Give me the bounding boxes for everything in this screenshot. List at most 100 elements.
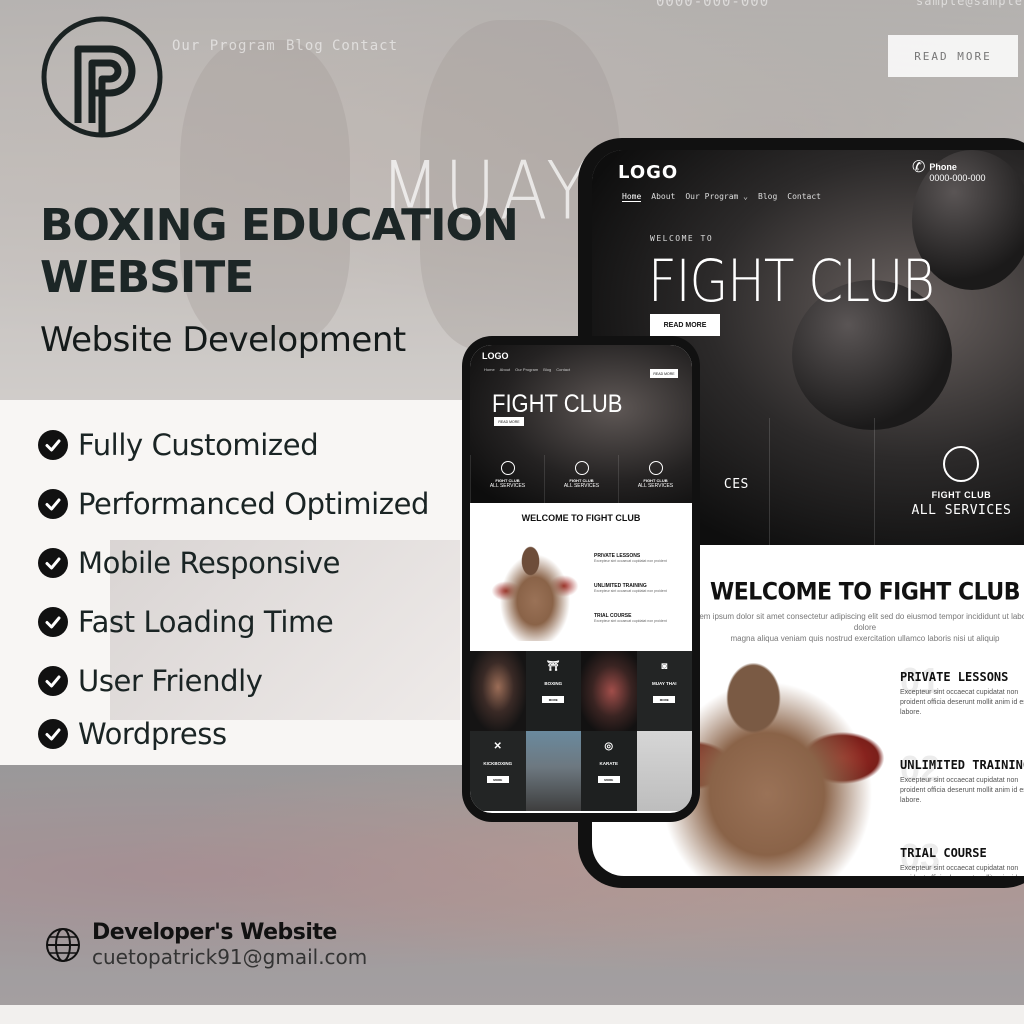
class-photo [470,651,526,731]
check-circle-icon [38,488,68,519]
check-circle-icon [38,429,68,460]
feature-item: Fast Loading Time [38,592,429,651]
program-desc: Excepteur sint occaecat cupidatat non pr… [900,689,1024,716]
hero-title: FIGHT CLUB [492,389,623,418]
hero-read-more-button[interactable]: READ MORE [650,314,720,336]
nav-home[interactable]: Home [622,192,642,202]
program-desc: Excepteur sint occaecat cupidatat non pr… [594,559,667,563]
fight-club-emblem-icon [943,446,980,482]
nav-contact[interactable]: Contact [556,367,570,372]
class-photo [581,651,637,731]
globe-icon [46,927,80,962]
tablet-phone: ✆ Phone 0000-000-000 [912,159,986,184]
programs-list: PRIVATE LESSONS Excepteur sint occaecat … [594,553,667,643]
class-card[interactable]: ⛩ BOXING MORE [525,651,581,731]
program-item[interactable]: TRIAL COURSE Excepteur sint occaecat cup… [594,613,667,643]
class-more-button[interactable]: MORE [653,696,676,703]
feature-label: Wordpress [78,717,227,751]
check-circle-icon [38,547,68,578]
tablet-logo[interactable]: LOGO [618,162,678,183]
kickboxing-icon: ✕ [493,741,502,752]
service-subtitle: ALL SERVICES [637,483,674,489]
bg-nav-item: Blog [286,38,324,54]
classes-grid: ⛩ BOXING MORE ◙ MUAY THAI MORE ✕ KICKBOX… [470,651,692,811]
nav-blog[interactable]: Blog [543,367,551,372]
header-read-more-button[interactable]: READ MORE [650,369,678,378]
welcome-text-line: magna aliqua veniam quis nostrud exercit… [730,634,1000,643]
program-item[interactable]: 02 UNLIMITED TRAINING Excepteur sint occ… [900,748,1024,834]
nav-our-program[interactable]: Our Program [515,367,538,372]
nav-our-program[interactable]: Our Program ⌄ [685,192,748,202]
class-card[interactable]: ◙ MUAY THAI MORE [636,651,692,731]
welcome-section: WELCOME TO FIGHT CLUB [470,513,692,523]
boxer-photo [490,541,580,641]
features-list: Fully Customized Performanced Optimized … [38,415,429,758]
check-circle-icon [38,665,68,696]
service-subtitle: ALL SERVICES [563,483,600,489]
phone-mockup: LOGO Home About Our Program Blog Contact… [462,336,700,822]
chevron-down-icon: ⌄ [743,192,748,201]
fight-club-emblem-icon [500,461,515,475]
nav-contact[interactable]: Contact [787,192,821,202]
nav-about[interactable]: About [500,367,510,372]
contact-email-link[interactable]: cuetopatrick91@gmail.com [92,945,367,969]
feature-item: Fully Customized [38,415,429,474]
class-more-button[interactable]: MORE [597,776,620,783]
phone-icon: ✆ [912,159,926,176]
hero-read-more-button[interactable]: READ MORE [494,417,524,426]
welcome-title: WELCOME TO FIGHT CLUB [521,513,641,523]
service-card [768,418,874,545]
program-title: PRIVATE LESSONS [900,670,1009,684]
nav-home[interactable]: Home [484,367,495,372]
phone-screen: LOGO Home About Our Program Blog Contact… [470,345,692,813]
phone-nav: Home About Our Program Blog Contact [484,367,570,372]
feature-label: Performanced Optimized [78,486,430,521]
pp-monogram-icon [41,16,163,138]
welcome-text: Lorem ipsum dolor sit amet consectetur a… [682,611,1024,644]
service-card[interactable]: FIGHT CLUB ALL SERVICES [873,418,1024,545]
title-line-2: WEBSITE [40,252,254,303]
service-card[interactable]: FIGHT CLUB ALL SERVICES [618,455,692,503]
footer-strip [0,1005,1024,1024]
contact-title: Developer's Website [92,920,337,945]
phone-number: 0000-000-000 [929,173,986,183]
program-item[interactable]: PRIVATE LESSONS Excepteur sint occaecat … [594,553,667,583]
program-item[interactable]: 03 TRIAL COURSE Excepteur sint occaecat … [900,836,1024,876]
hero-title: FIGHT CLUB [648,248,935,315]
program-desc: Excepteur sint occaecat cupidatat non pr… [900,777,1024,804]
check-circle-icon [38,606,68,637]
class-more-button[interactable]: MORE [542,696,565,703]
phone-logo[interactable]: LOGO [482,351,509,361]
program-desc: Excepteur sint occaecat cupidatat non pr… [594,619,667,623]
class-label: KARATE [599,761,618,766]
fight-club-emblem-icon [648,461,663,475]
welcome-title: WELCOME TO FIGHT CLUB [710,578,1020,607]
program-desc: Excepteur sint occaecat cupidatat non pr… [594,589,667,593]
fight-club-emblem-icon [574,461,589,475]
program-item[interactable]: UNLIMITED TRAINING Excepteur sint occaec… [594,583,667,613]
page-title: BOXING EDUCATION WEBSITE [40,200,519,304]
program-item[interactable]: 01 PRIVATE LESSONS Excepteur sint occaec… [900,660,1024,746]
program-desc: Excepteur sint occaecat cupidatat non pr… [900,865,1024,876]
nav-about[interactable]: About [651,192,675,202]
feature-item: User Friendly [38,651,429,710]
program-title: TRIAL COURSE [900,846,987,860]
feature-label: User Friendly [78,663,263,698]
class-label: MUAY THAI [651,681,677,686]
class-label: KICKBOXING [483,761,513,766]
bg-nav-item: Contact [332,38,399,54]
service-subtitle: ALL SERVICES [911,503,1012,518]
class-photo [525,731,581,811]
title-line-1: BOXING EDUCATION [40,200,519,251]
feature-item: Performanced Optimized [38,474,429,533]
service-card[interactable]: FIGHT CLUB ALL SERVICES [470,455,544,503]
class-card[interactable]: ✕ KICKBOXING MORE [470,731,526,811]
nav-blog[interactable]: Blog [758,192,777,202]
bg-read-more-button: READ MORE [888,35,1018,77]
phone-label: Phone [929,162,957,172]
class-more-button[interactable]: MORE [486,776,509,783]
service-card[interactable]: FIGHT CLUB ALL SERVICES [544,455,618,503]
muay-thai-icon: ◙ [661,661,668,672]
programs-list: 01 PRIVATE LESSONS Excepteur sint occaec… [900,658,1024,876]
class-card[interactable]: ◎ KARATE MORE [581,731,637,811]
